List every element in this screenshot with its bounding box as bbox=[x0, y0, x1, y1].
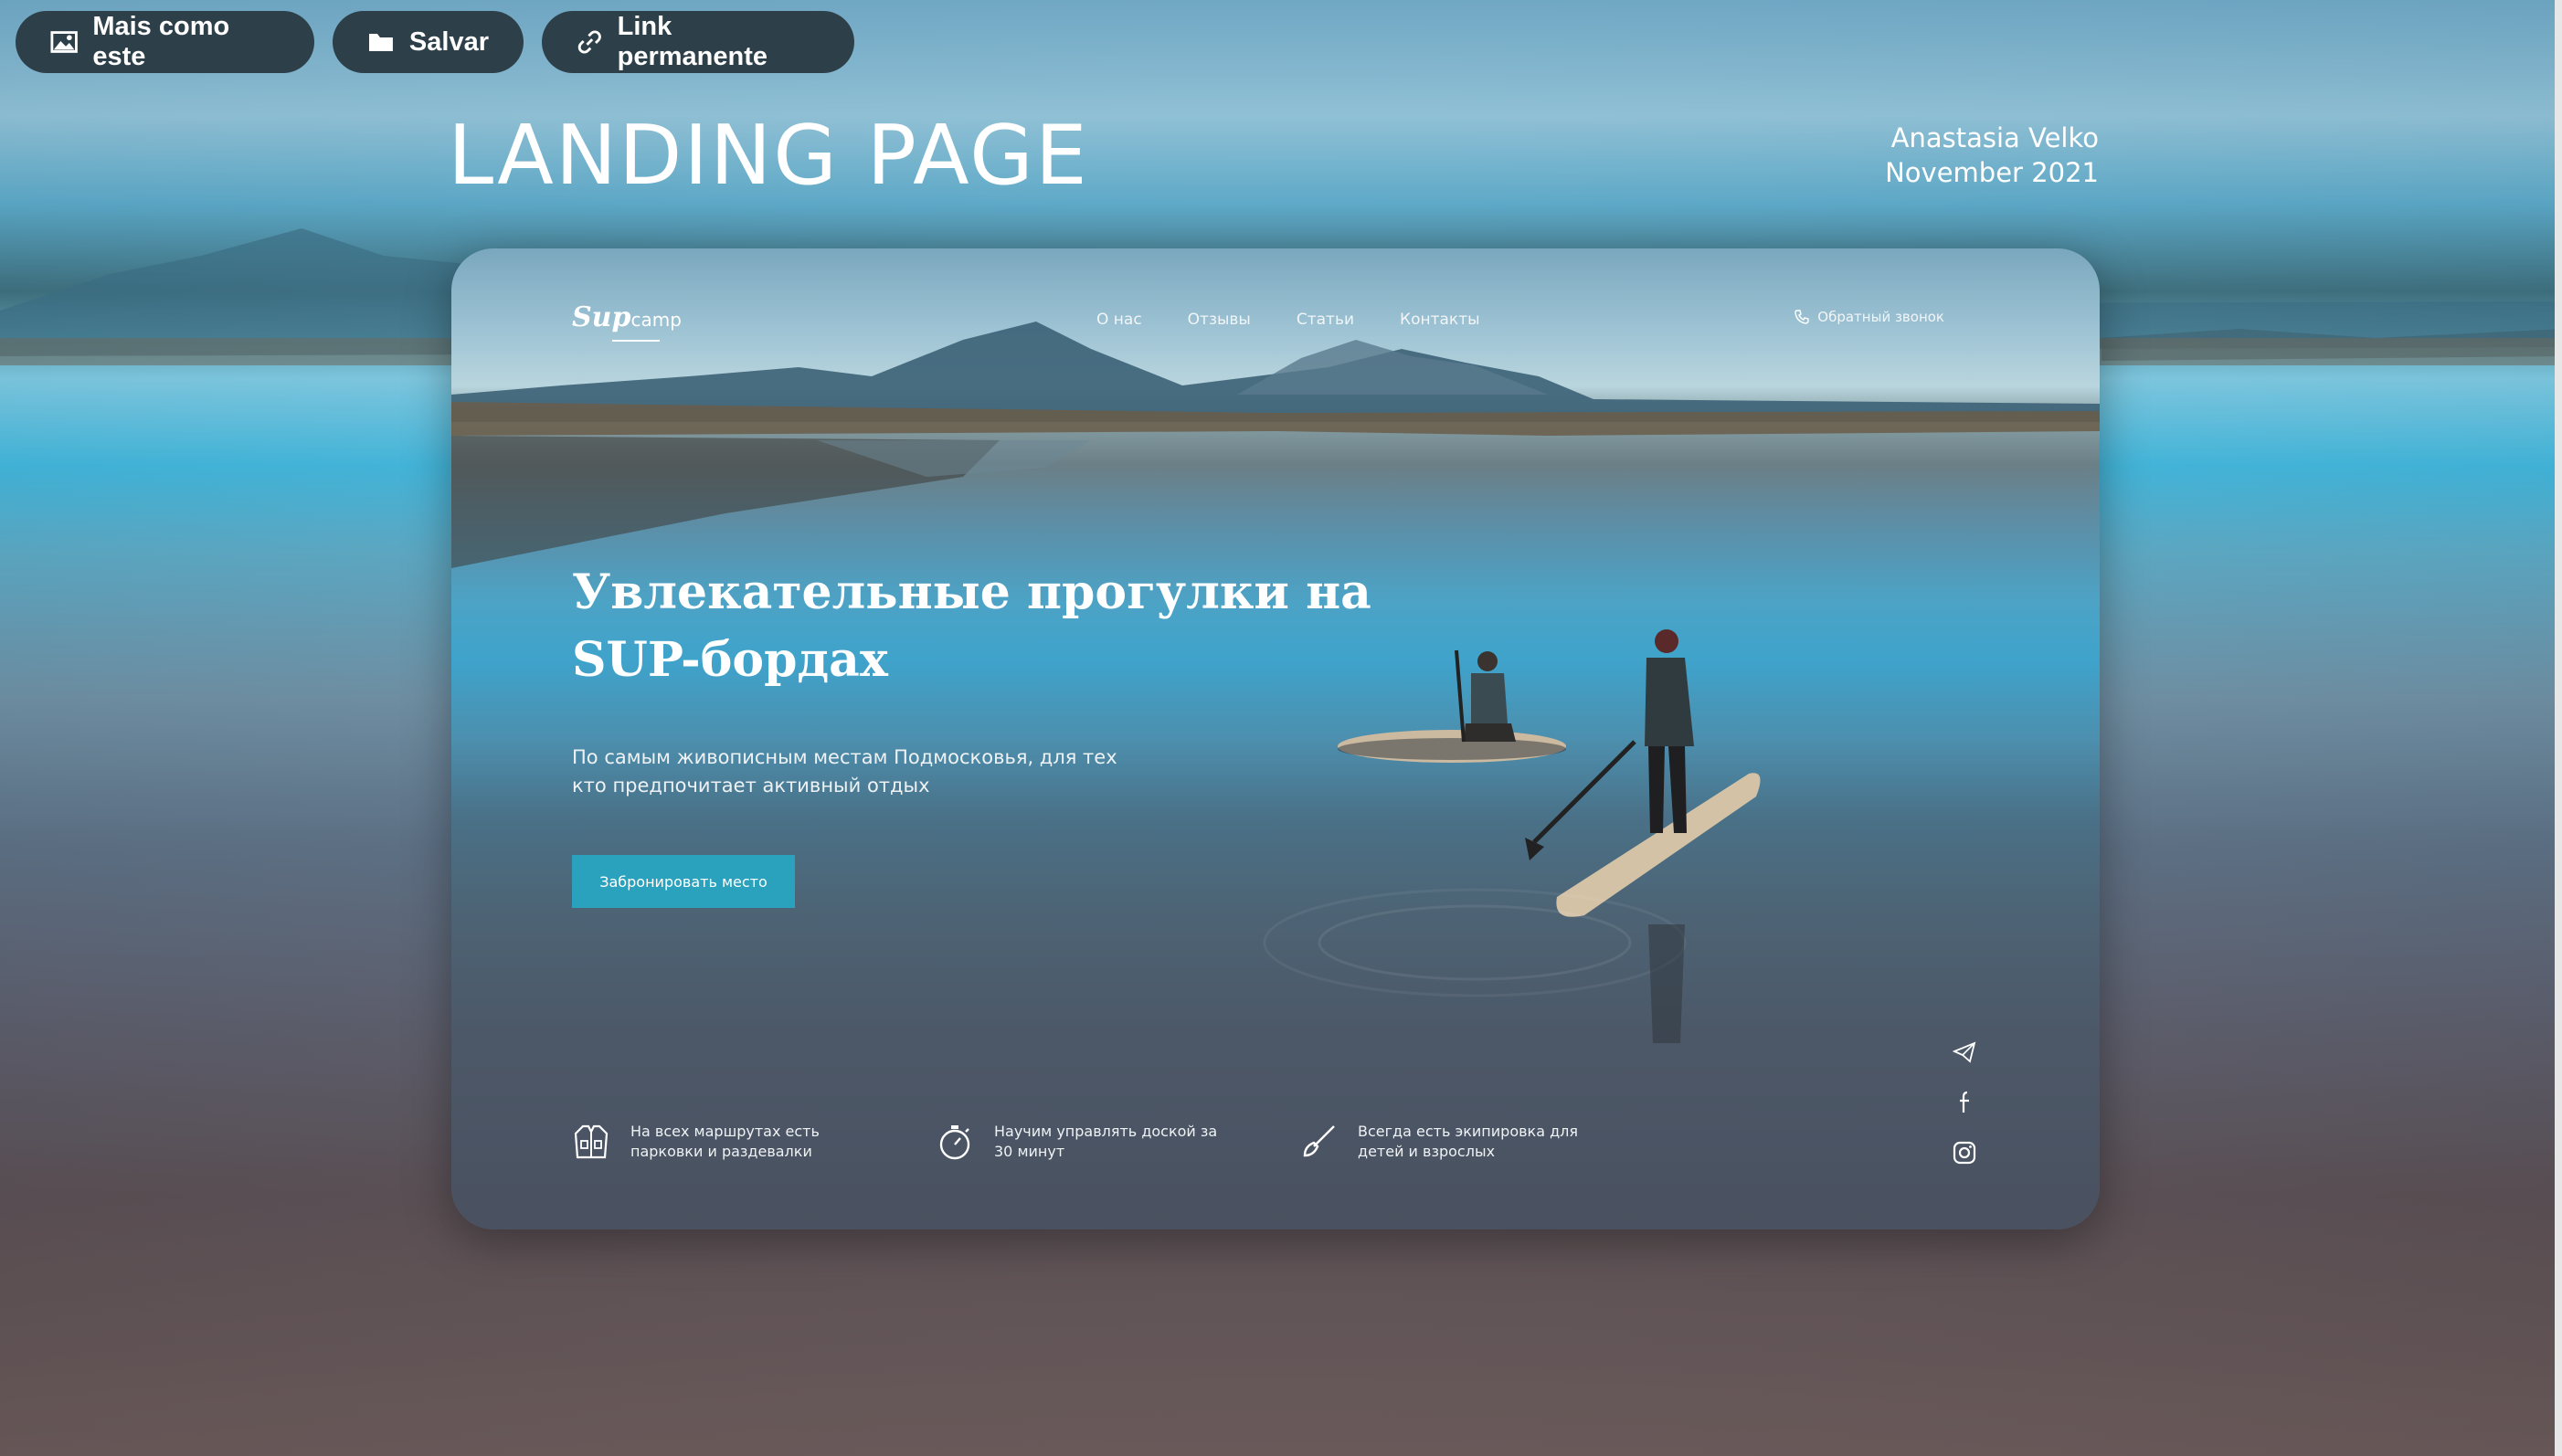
feature-text: Всегда есть экипировка для детей и взрос… bbox=[1358, 1123, 1578, 1160]
feature-text: Научим управлять доской за 30 минут bbox=[994, 1123, 1218, 1160]
nav-item-about[interactable]: О нас bbox=[1096, 311, 1142, 329]
hero-photo bbox=[451, 322, 2100, 1043]
logo-camp: camp bbox=[630, 309, 682, 331]
logo-sup: Sup bbox=[572, 301, 631, 333]
telegram-link[interactable] bbox=[1948, 1036, 1981, 1069]
permalink-button[interactable]: Link permanente bbox=[542, 11, 854, 73]
link-icon bbox=[577, 30, 601, 54]
more-like-this-button[interactable]: Mais como este bbox=[16, 11, 314, 73]
permalink-label: Link permanente bbox=[617, 12, 768, 71]
facebook-link[interactable] bbox=[1948, 1085, 1981, 1118]
feature-equipment: Всегда есть экипировка для детей и взрос… bbox=[1299, 1122, 1595, 1162]
paddle-icon bbox=[1303, 1125, 1335, 1157]
landing-page-mockup: Supcamp О нас Отзывы Статьи Контакты Обр… bbox=[451, 248, 2100, 1229]
nav-item-contacts[interactable]: Контакты bbox=[1400, 311, 1480, 329]
feature-parking: На всех маршрутах есть парковки и раздев… bbox=[572, 1122, 868, 1162]
book-place-button[interactable]: Забронировать место bbox=[572, 855, 795, 908]
facebook-icon bbox=[1960, 1091, 1969, 1113]
feature-training: Научим управлять доской за 30 минут bbox=[936, 1122, 1232, 1162]
feature-text: На всех маршрутах есть парковки и раздев… bbox=[630, 1123, 820, 1160]
hero-subtitle: По самым живописным местам Подмосковья, … bbox=[572, 746, 1117, 797]
vest-icon bbox=[574, 1124, 609, 1159]
telegram-icon bbox=[1953, 1041, 1976, 1063]
logo-underline bbox=[612, 340, 660, 342]
callback-label: Обратный звонок bbox=[1817, 309, 1944, 325]
nav-item-reviews[interactable]: Отзывы bbox=[1188, 311, 1251, 329]
presentation-date: November 2021 bbox=[1885, 157, 2099, 188]
more-like-this-label: Mais como este bbox=[92, 12, 230, 71]
callback-link[interactable]: Обратный звонок bbox=[1794, 309, 1944, 325]
site-logo[interactable]: Supcamp bbox=[572, 301, 682, 342]
presentation-title: LANDING PAGE bbox=[448, 108, 1089, 204]
site-nav: О нас Отзывы Статьи Контакты bbox=[1096, 311, 1480, 329]
hero-title: Увлекательные прогулки на SUP-бордах bbox=[572, 564, 1371, 688]
nav-item-articles[interactable]: Статьи bbox=[1297, 311, 1354, 329]
save-button[interactable]: Salvar bbox=[333, 11, 524, 73]
instagram-link[interactable] bbox=[1948, 1136, 1981, 1169]
scrollbar-track[interactable] bbox=[2555, 0, 2562, 1456]
author-name: Anastasia Velko bbox=[1890, 122, 2099, 153]
instagram-icon bbox=[1953, 1141, 1976, 1165]
folder-icon bbox=[368, 34, 393, 51]
save-label: Salvar bbox=[408, 26, 489, 57]
phone-icon bbox=[1794, 310, 1809, 324]
image-icon bbox=[50, 31, 78, 53]
presentation-meta: Anastasia Velko November 2021 bbox=[1885, 121, 2099, 190]
stopwatch-icon bbox=[939, 1125, 970, 1160]
